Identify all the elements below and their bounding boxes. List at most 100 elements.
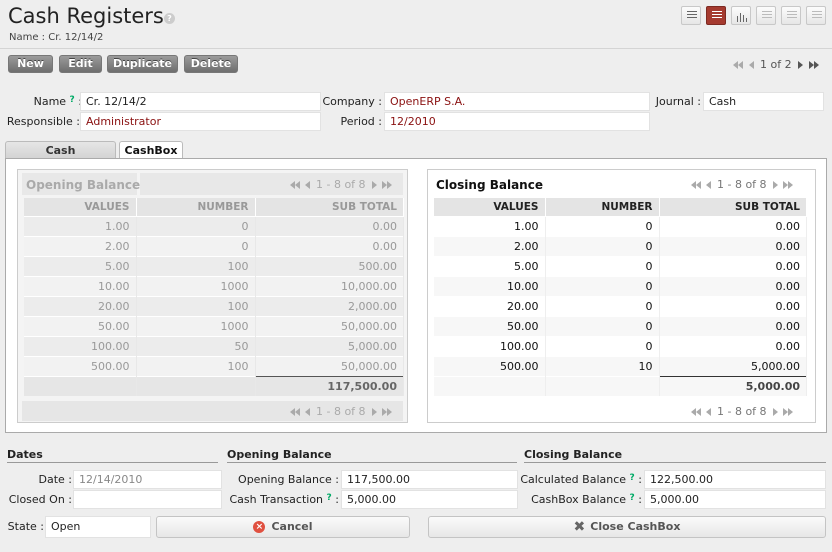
record-subtitle: Name : Cr. 12/14/2 xyxy=(9,32,104,43)
period-field[interactable]: 12/2010 xyxy=(384,112,650,131)
next-page-icon[interactable] xyxy=(772,181,778,189)
table-cell: 0 xyxy=(545,215,660,236)
table-row[interactable]: 5.00 100 500.00 xyxy=(24,255,404,276)
table-cell: 50.00 xyxy=(434,315,546,336)
column-header[interactable]: VALUES xyxy=(434,198,546,216)
table-cell: 2.00 xyxy=(434,235,546,256)
journal-label: Journal : xyxy=(655,95,701,108)
table-cell: 1.00 xyxy=(24,215,137,236)
table-row[interactable]: 10.00 0 0.00 xyxy=(434,275,807,296)
next-record-icon[interactable] xyxy=(797,61,803,69)
cancel-button[interactable]: × Cancel xyxy=(156,516,410,538)
diagram-view-icon[interactable] xyxy=(806,6,826,25)
record-counter: 1 of 2 xyxy=(760,58,792,71)
table-cell: 0 xyxy=(545,275,660,296)
table-cell: 5,000.00 xyxy=(659,355,807,376)
calculated-balance-label: Calculated Balance ? : xyxy=(520,473,642,486)
record-pager: 1 of 2 xyxy=(733,58,819,71)
table-row[interactable]: 20.00 0 0.00 xyxy=(434,295,807,316)
new-button[interactable]: New xyxy=(8,55,53,73)
table-cell: 2.00 xyxy=(24,235,137,256)
prev-record-icon[interactable] xyxy=(749,61,754,69)
form-view-icon[interactable] xyxy=(706,6,726,25)
table-row[interactable]: 20.00 100 2,000.00 xyxy=(24,295,404,316)
table-row[interactable]: 1.00 0 0.00 xyxy=(24,215,404,236)
closed-on-field[interactable] xyxy=(73,490,222,509)
table-cell: 100.00 xyxy=(24,335,137,356)
table-row[interactable]: 2.00 0 0.00 xyxy=(434,235,807,256)
next-page-icon[interactable] xyxy=(772,408,778,416)
table-cell: 0.00 xyxy=(659,255,807,276)
table-cell: 0 xyxy=(545,235,660,256)
column-header[interactable]: VALUES xyxy=(24,198,137,216)
table-row[interactable]: 500.00 10 5,000.00 xyxy=(434,355,807,376)
opening-balance-title: Opening Balance xyxy=(26,178,141,192)
help-icon[interactable]: ? xyxy=(164,13,175,24)
table-cell: 0.00 xyxy=(659,315,807,336)
prev-page-icon[interactable] xyxy=(706,408,711,416)
column-header[interactable]: NUMBER xyxy=(545,198,660,216)
name-field[interactable]: Cr. 12/14/2 xyxy=(80,92,321,111)
cash-transaction-field[interactable]: 5,000.00 xyxy=(341,490,518,509)
help-icon[interactable]: ? xyxy=(327,493,332,503)
next-page-icon[interactable] xyxy=(371,181,377,189)
date-field[interactable]: 12/14/2010 xyxy=(73,470,222,489)
table-cell: 1000 xyxy=(136,315,256,336)
prev-page-icon[interactable] xyxy=(305,408,310,416)
column-header[interactable]: NUMBER xyxy=(136,198,256,216)
company-label: Company : xyxy=(322,95,382,108)
closing-balance-panel: Closing Balance 1 - 8 of 8 VALUES NUMBER… xyxy=(427,169,816,423)
help-icon[interactable]: ? xyxy=(630,493,635,503)
table-cell: 50.00 xyxy=(24,315,137,336)
table-cell: 0 xyxy=(545,295,660,316)
company-field[interactable]: OpenERP S.A. xyxy=(384,92,650,111)
calculated-balance-field[interactable]: 122,500.00 xyxy=(644,470,826,489)
table-row[interactable]: 2.00 0 0.00 xyxy=(24,235,404,256)
close-cashbox-button[interactable]: ✖ Close CashBox xyxy=(428,516,826,538)
table-row[interactable]: 50.00 1000 50,000.00 xyxy=(24,315,404,336)
help-icon[interactable]: ? xyxy=(630,473,635,483)
prev-page-icon[interactable] xyxy=(305,181,310,189)
help-icon[interactable]: ? xyxy=(70,95,75,105)
tab-cash-transactions[interactable]: Cash Transactions xyxy=(5,141,116,174)
graph-view-icon[interactable] xyxy=(731,6,751,25)
edit-button[interactable]: Edit xyxy=(59,55,102,73)
delete-button[interactable]: Delete xyxy=(184,55,238,73)
prev-page-icon[interactable] xyxy=(706,181,711,189)
table-row[interactable]: 500.00 100 50,000.00 xyxy=(24,355,404,376)
responsible-field[interactable]: Administrator xyxy=(80,112,321,131)
table-row[interactable]: 50.00 0 0.00 xyxy=(434,315,807,336)
cashbox-balance-field[interactable]: 5,000.00 xyxy=(644,490,826,509)
table-row[interactable]: 1.00 0 0.00 xyxy=(434,215,807,236)
journal-field[interactable]: Cash xyxy=(703,92,824,111)
calendar-view-icon[interactable] xyxy=(756,6,776,25)
column-header[interactable]: SUB TOTAL xyxy=(255,198,404,216)
list-view-icon[interactable] xyxy=(681,6,701,25)
table-cell: 500.00 xyxy=(255,255,404,276)
table-row[interactable]: 100.00 0 0.00 xyxy=(434,335,807,356)
opening-footer-pager: 1 - 8 of 8 xyxy=(290,405,392,418)
opening-balance-panel: Opening Balance 1 - 8 of 8 VALUES NUMBER… xyxy=(17,169,408,423)
table-row[interactable]: 10.00 1000 10,000.00 xyxy=(24,275,404,296)
table-row[interactable]: 5.00 0 0.00 xyxy=(434,255,807,276)
gantt-view-icon[interactable] xyxy=(781,6,801,25)
table-cell: 0.00 xyxy=(659,295,807,316)
responsible-label: Responsible : xyxy=(6,115,80,128)
table-cell: 50 xyxy=(136,335,256,356)
opening-balance-field[interactable]: 117,500.00 xyxy=(341,470,518,489)
table-cell: 0 xyxy=(136,235,256,256)
table-cell: 20.00 xyxy=(434,295,546,316)
name-label: Name ? : xyxy=(33,95,82,108)
table-cell: 50,000.00 xyxy=(255,355,404,376)
table-cell: 0.00 xyxy=(255,235,404,256)
table-cell: 2,000.00 xyxy=(255,295,404,316)
closed-on-label: Closed On : xyxy=(8,493,72,506)
closing-pager: 1 - 8 of 8 xyxy=(691,178,793,191)
table-cell: 0.00 xyxy=(659,335,807,356)
next-page-icon[interactable] xyxy=(371,408,377,416)
table-row[interactable]: 100.00 50 5,000.00 xyxy=(24,335,404,356)
table-cell: 0 xyxy=(136,215,256,236)
closing-balance-table: VALUES NUMBER SUB TOTAL 1.00 0 0.00 2.00 0 0.… xyxy=(434,198,807,396)
duplicate-button[interactable]: Duplicate xyxy=(107,55,178,73)
column-header[interactable]: SUB TOTAL xyxy=(659,198,807,216)
